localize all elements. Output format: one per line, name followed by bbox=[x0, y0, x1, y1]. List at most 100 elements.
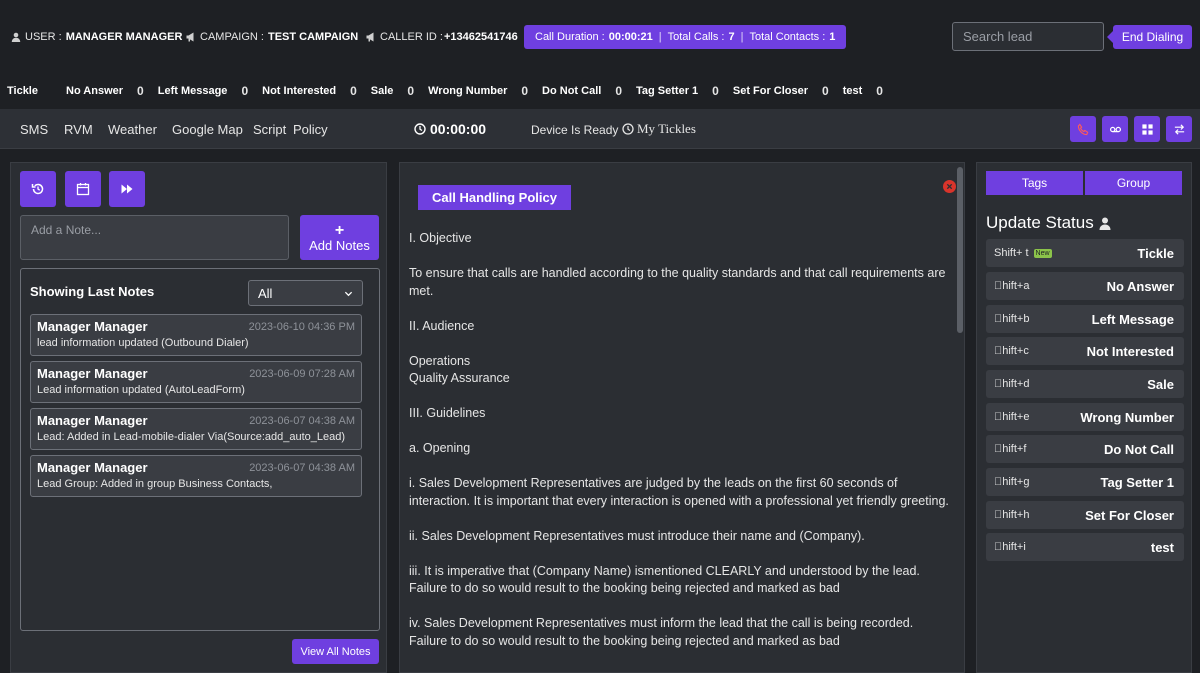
user-icon bbox=[1099, 217, 1111, 230]
count-set-for-closer: Set For Closer 0 bbox=[733, 84, 829, 98]
status-label: Left Message bbox=[1091, 311, 1174, 327]
shortcut-text:  hift+c bbox=[994, 345, 1029, 357]
scrollbar[interactable] bbox=[957, 167, 963, 333]
nav-google-map[interactable]: Google Map bbox=[172, 122, 243, 137]
view-all-notes-button[interactable]: View All Notes bbox=[292, 639, 379, 664]
status-label: Set For Closer bbox=[1085, 507, 1174, 523]
bullhorn-icon bbox=[186, 32, 194, 42]
shortcut-text:  hift+a bbox=[994, 280, 1030, 292]
note-date: 2023-06-07 04:38 AM bbox=[249, 462, 355, 474]
status-label: Tag Setter 1 bbox=[1100, 474, 1174, 490]
shortcut-hint: Shift+ t New bbox=[994, 247, 1052, 259]
campaign-info: CAMPAIGN : TEST CAMPAIGN bbox=[186, 31, 358, 43]
phone-icon bbox=[1077, 122, 1088, 135]
shortcut-text: Shift+ t bbox=[994, 247, 1029, 259]
phone-button[interactable] bbox=[1070, 116, 1096, 142]
count-label: Tag Setter 1 bbox=[636, 85, 699, 97]
separator: | bbox=[740, 31, 744, 43]
disposition-counts: Tickle No Answer 0 Left Message 0 Not Inte… bbox=[0, 74, 1200, 108]
status-test-button[interactable]:  hift+i test bbox=[986, 533, 1184, 561]
count-label: No Answer bbox=[66, 85, 124, 97]
user-icon bbox=[11, 32, 21, 42]
note-date: 2023-06-07 04:38 AM bbox=[249, 415, 355, 427]
call-stats-badge: Call Duration : 00:00:21 | Total Calls :… bbox=[524, 25, 847, 49]
my-tickles-link[interactable]: My Tickles bbox=[622, 121, 696, 137]
chevron-down-icon bbox=[344, 291, 353, 296]
policy-text: I. Objective To ensure that calls are ha… bbox=[409, 230, 951, 668]
update-status-title: Update Status bbox=[986, 213, 1111, 233]
shortcut-text:  hift+d bbox=[994, 378, 1030, 390]
transfer-button[interactable] bbox=[1166, 116, 1192, 142]
note-date: 2023-06-09 07:28 AM bbox=[249, 368, 355, 380]
note-message: Lead information updated (AutoLeadForm) bbox=[37, 384, 245, 396]
bullhorn-icon bbox=[366, 32, 374, 42]
policy-paragraph: iv. Sales Development Representatives mu… bbox=[409, 616, 914, 648]
user-info: USER : MANAGER MANAGER bbox=[11, 31, 182, 43]
note-item[interactable]: Manager Manager 2023-06-07 04:38 AM Lead… bbox=[30, 408, 362, 450]
notes-list: Showing Last Notes All Manager Manager 2… bbox=[20, 268, 380, 631]
fast-forward-button[interactable] bbox=[109, 171, 145, 207]
voicemail-button[interactable] bbox=[1102, 116, 1128, 142]
total-contacts-label: Total Contacts : bbox=[749, 31, 826, 43]
search-lead-input[interactable] bbox=[952, 22, 1104, 51]
count-value: 0 bbox=[876, 84, 883, 98]
policy-paragraph: III. Guidelines bbox=[409, 406, 486, 420]
status-left-message-button[interactable]:  hift+b Left Message bbox=[986, 305, 1184, 333]
calendar-button[interactable] bbox=[65, 171, 101, 207]
status-no-answer-button[interactable]:  hift+a No Answer bbox=[986, 272, 1184, 300]
nav-policy[interactable]: Policy bbox=[293, 122, 328, 137]
policy-paragraph: a. Opening bbox=[409, 441, 471, 455]
status-wrong-number-button[interactable]:  hift+e Wrong Number bbox=[986, 403, 1184, 431]
policy-paragraph: I. Objective bbox=[409, 231, 472, 245]
tab-tags[interactable]: Tags bbox=[986, 171, 1083, 195]
count-tickle: Tickle bbox=[7, 85, 52, 97]
notes-filter-select[interactable]: All bbox=[248, 280, 363, 306]
status-not-interested-button[interactable]:  hift+c Not Interested bbox=[986, 337, 1184, 365]
count-no-answer: No Answer 0 bbox=[66, 84, 144, 98]
total-calls-label: Total Calls : bbox=[667, 31, 725, 43]
history-button[interactable] bbox=[20, 171, 56, 207]
status-set-for-closer-button[interactable]:  hift+h Set For Closer bbox=[986, 501, 1184, 529]
clock-icon bbox=[622, 123, 634, 135]
dialpad-button[interactable] bbox=[1134, 116, 1160, 142]
status-sale-button[interactable]:  hift+d Sale bbox=[986, 370, 1184, 398]
call-timer: 00:00:00 bbox=[414, 121, 486, 137]
count-value: 0 bbox=[241, 84, 249, 98]
timer-value: 00:00:00 bbox=[430, 121, 487, 137]
note-input[interactable] bbox=[20, 215, 289, 260]
note-item[interactable]: Manager Manager 2023-06-10 04:36 PM lead… bbox=[30, 314, 362, 356]
note-date: 2023-06-10 04:36 PM bbox=[248, 321, 355, 333]
count-value: 0 bbox=[615, 84, 623, 98]
close-icon bbox=[946, 183, 953, 190]
count-value: 0 bbox=[137, 84, 144, 98]
nav-weather[interactable]: Weather bbox=[108, 122, 157, 137]
device-status: Device Is Ready bbox=[531, 123, 619, 137]
call-duration-label: Call Duration : bbox=[535, 31, 605, 43]
end-dialing-button[interactable]: End Dialing bbox=[1107, 25, 1192, 49]
note-item[interactable]: Manager Manager 2023-06-09 07:28 AM Lead… bbox=[30, 361, 362, 403]
count-tag-setter-1: Tag Setter 1 0 bbox=[636, 84, 719, 98]
tab-group[interactable]: Group bbox=[1085, 171, 1182, 195]
calendar-icon bbox=[76, 183, 90, 196]
nav-script[interactable]: Script bbox=[253, 122, 286, 137]
note-item[interactable]: Manager Manager 2023-06-07 04:38 AM Lead… bbox=[30, 455, 362, 497]
status-label: test bbox=[1150, 539, 1174, 555]
nav-sms[interactable]: SMS bbox=[20, 122, 48, 137]
plus-icon: + bbox=[334, 221, 345, 239]
transfer-icon bbox=[1174, 123, 1184, 135]
status-tickle-button[interactable]: Shift+ t New Tickle bbox=[986, 239, 1184, 267]
status-do-not-call-button[interactable]:  hift+f Do Not Call bbox=[986, 435, 1184, 463]
status-label: No Answer bbox=[1106, 278, 1174, 294]
status-label: Wrong Number bbox=[1080, 409, 1174, 425]
nav-rvm[interactable]: RVM bbox=[64, 122, 93, 137]
tab-call-handling-policy[interactable]: Call Handling Policy bbox=[418, 185, 571, 210]
policy-paragraph: i. Sales Development Representatives are… bbox=[409, 476, 949, 508]
count-label: test bbox=[842, 85, 863, 97]
status-label: Tickle bbox=[1137, 245, 1174, 261]
close-button[interactable] bbox=[943, 180, 956, 193]
campaign-value: TEST CAMPAIGN bbox=[267, 31, 359, 43]
add-notes-button[interactable]: + Add Notes bbox=[300, 215, 379, 260]
policy-paragraph: II. Audience bbox=[409, 318, 475, 333]
status-tag-setter-1-button[interactable]:  hift+g Tag Setter 1 bbox=[986, 468, 1184, 496]
nav-bar: SMS RVM Weather Google Map Script Policy… bbox=[0, 109, 1200, 149]
